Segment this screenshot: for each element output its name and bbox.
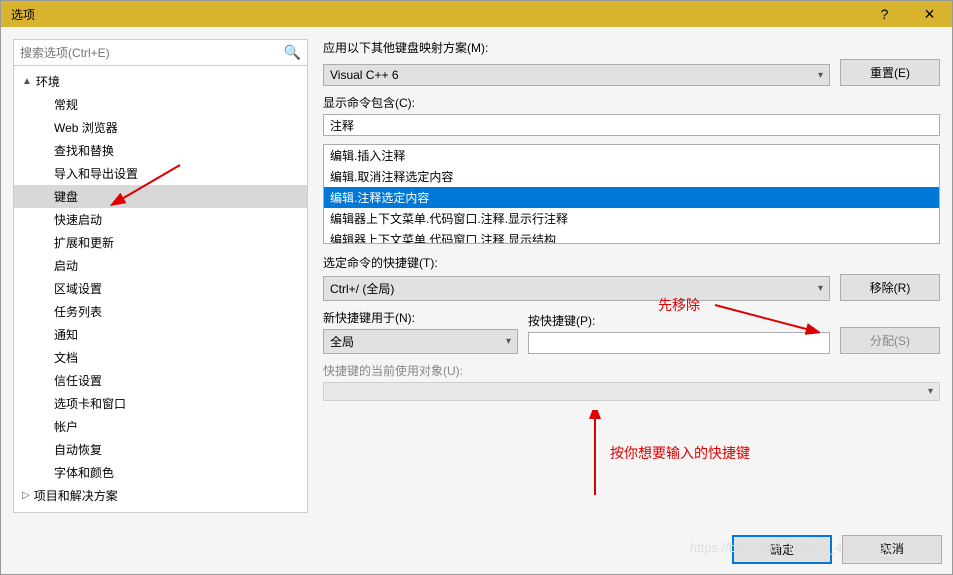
options-dialog: 选项 ? × 🔍 ▲ 环境 常规 Web 浏览器 查找和替换 导入和导出设置 键… (0, 0, 953, 575)
tree-item[interactable]: 帐户 (14, 415, 307, 438)
press-shortcut-input[interactable] (528, 332, 830, 354)
list-item[interactable]: 编辑器上下文菜单.代码窗口.注释.显示结构 (324, 229, 939, 244)
scope-label: 新快捷键用于(N): (323, 309, 518, 326)
list-item[interactable]: 编辑器上下文菜单.代码窗口.注释.显示行注释 (324, 208, 939, 229)
search-box: 🔍 (14, 40, 307, 66)
filter-input[interactable] (323, 114, 940, 136)
scheme-select[interactable]: Visual C++ 6 ▾ (323, 64, 830, 86)
tree-item[interactable]: Web 浏览器 (14, 116, 307, 139)
chevron-down-icon: ▾ (818, 283, 823, 294)
assign-button[interactable]: 分配(S) (840, 327, 940, 354)
tree-item[interactable]: 启动 (14, 254, 307, 277)
commands-listbox[interactable]: 编辑.插入注释 编辑.取消注释选定内容 编辑.注释选定内容 编辑器上下文菜单.代… (323, 144, 940, 244)
reset-button[interactable]: 重置(E) (840, 59, 940, 86)
tree-parent-label: 环境 (36, 73, 60, 90)
titlebar: 选项 ? × (1, 1, 952, 27)
search-input[interactable] (20, 46, 284, 60)
nav-panel: 🔍 ▲ 环境 常规 Web 浏览器 查找和替换 导入和导出设置 键盘 快速启动 … (13, 39, 308, 513)
chevron-down-icon: ▾ (928, 386, 933, 397)
tree-item[interactable]: 信任设置 (14, 369, 307, 392)
scope-value: 全局 (330, 333, 354, 350)
tree-item[interactable]: 查找和替换 (14, 139, 307, 162)
tree-item-keyboard[interactable]: 键盘 (14, 185, 307, 208)
remove-button[interactable]: 移除(R) (840, 274, 940, 301)
list-item-selected[interactable]: 编辑.注释选定内容 (324, 187, 939, 208)
scheme-value: Visual C++ 6 (330, 68, 399, 82)
tree-item[interactable]: 字体和颜色 (14, 461, 307, 484)
used-label: 快捷键的当前使用对象(U): (323, 362, 940, 379)
scope-select[interactable]: 全局 ▾ (323, 329, 518, 354)
tree-item[interactable]: 常规 (14, 93, 307, 116)
help-button[interactable]: ? (862, 1, 907, 27)
scheme-label: 应用以下其他键盘映射方案(M): (323, 39, 940, 56)
tree-item[interactable]: 通知 (14, 323, 307, 346)
chevron-down-icon: ▾ (506, 336, 511, 347)
tree-item[interactable]: 快速启动 (14, 208, 307, 231)
settings-panel: 应用以下其他键盘映射方案(M): Visual C++ 6 ▾ 重置(E) 显示… (323, 39, 940, 513)
tree-item[interactable]: 区域设置 (14, 277, 307, 300)
window-title: 选项 (11, 6, 35, 23)
list-item[interactable]: 编辑.插入注释 (324, 145, 939, 166)
tree-item[interactable]: 导入和导出设置 (14, 162, 307, 185)
list-item[interactable]: 编辑.取消注释选定内容 (324, 166, 939, 187)
search-icon[interactable]: 🔍 (284, 44, 301, 61)
tree-item[interactable]: 任务列表 (14, 300, 307, 323)
chevron-right-icon: ▷ (22, 490, 30, 501)
tree-parent-label: 项目和解决方案 (34, 487, 118, 504)
tree-item[interactable]: 自动恢复 (14, 438, 307, 461)
used-select: ▾ (323, 382, 940, 401)
chevron-down-icon: ▲ (22, 76, 32, 87)
dialog-content: 🔍 ▲ 环境 常规 Web 浏览器 查找和替换 导入和导出设置 键盘 快速启动 … (1, 27, 952, 525)
shortcut-value: Ctrl+/ (全局) (330, 280, 394, 297)
shortcut-select[interactable]: Ctrl+/ (全局) ▾ (323, 276, 830, 301)
tree-parent-environment[interactable]: ▲ 环境 (14, 70, 307, 93)
chevron-down-icon: ▾ (818, 70, 823, 81)
tree-item[interactable]: 选项卡和窗口 (14, 392, 307, 415)
tree-item[interactable]: 文档 (14, 346, 307, 369)
press-label: 按快捷键(P): (528, 312, 830, 329)
filter-label: 显示命令包含(C): (323, 94, 940, 111)
tree-parent-projects[interactable]: ▷ 项目和解决方案 (14, 484, 307, 507)
shortcut-label: 选定命令的快捷键(T): (323, 254, 940, 271)
close-button[interactable]: × (907, 1, 952, 27)
tree-item[interactable]: 扩展和更新 (14, 231, 307, 254)
watermark: https://blog.csdn.net/m0_43456997 (690, 540, 893, 555)
nav-tree: ▲ 环境 常规 Web 浏览器 查找和替换 导入和导出设置 键盘 快速启动 扩展… (14, 66, 307, 512)
